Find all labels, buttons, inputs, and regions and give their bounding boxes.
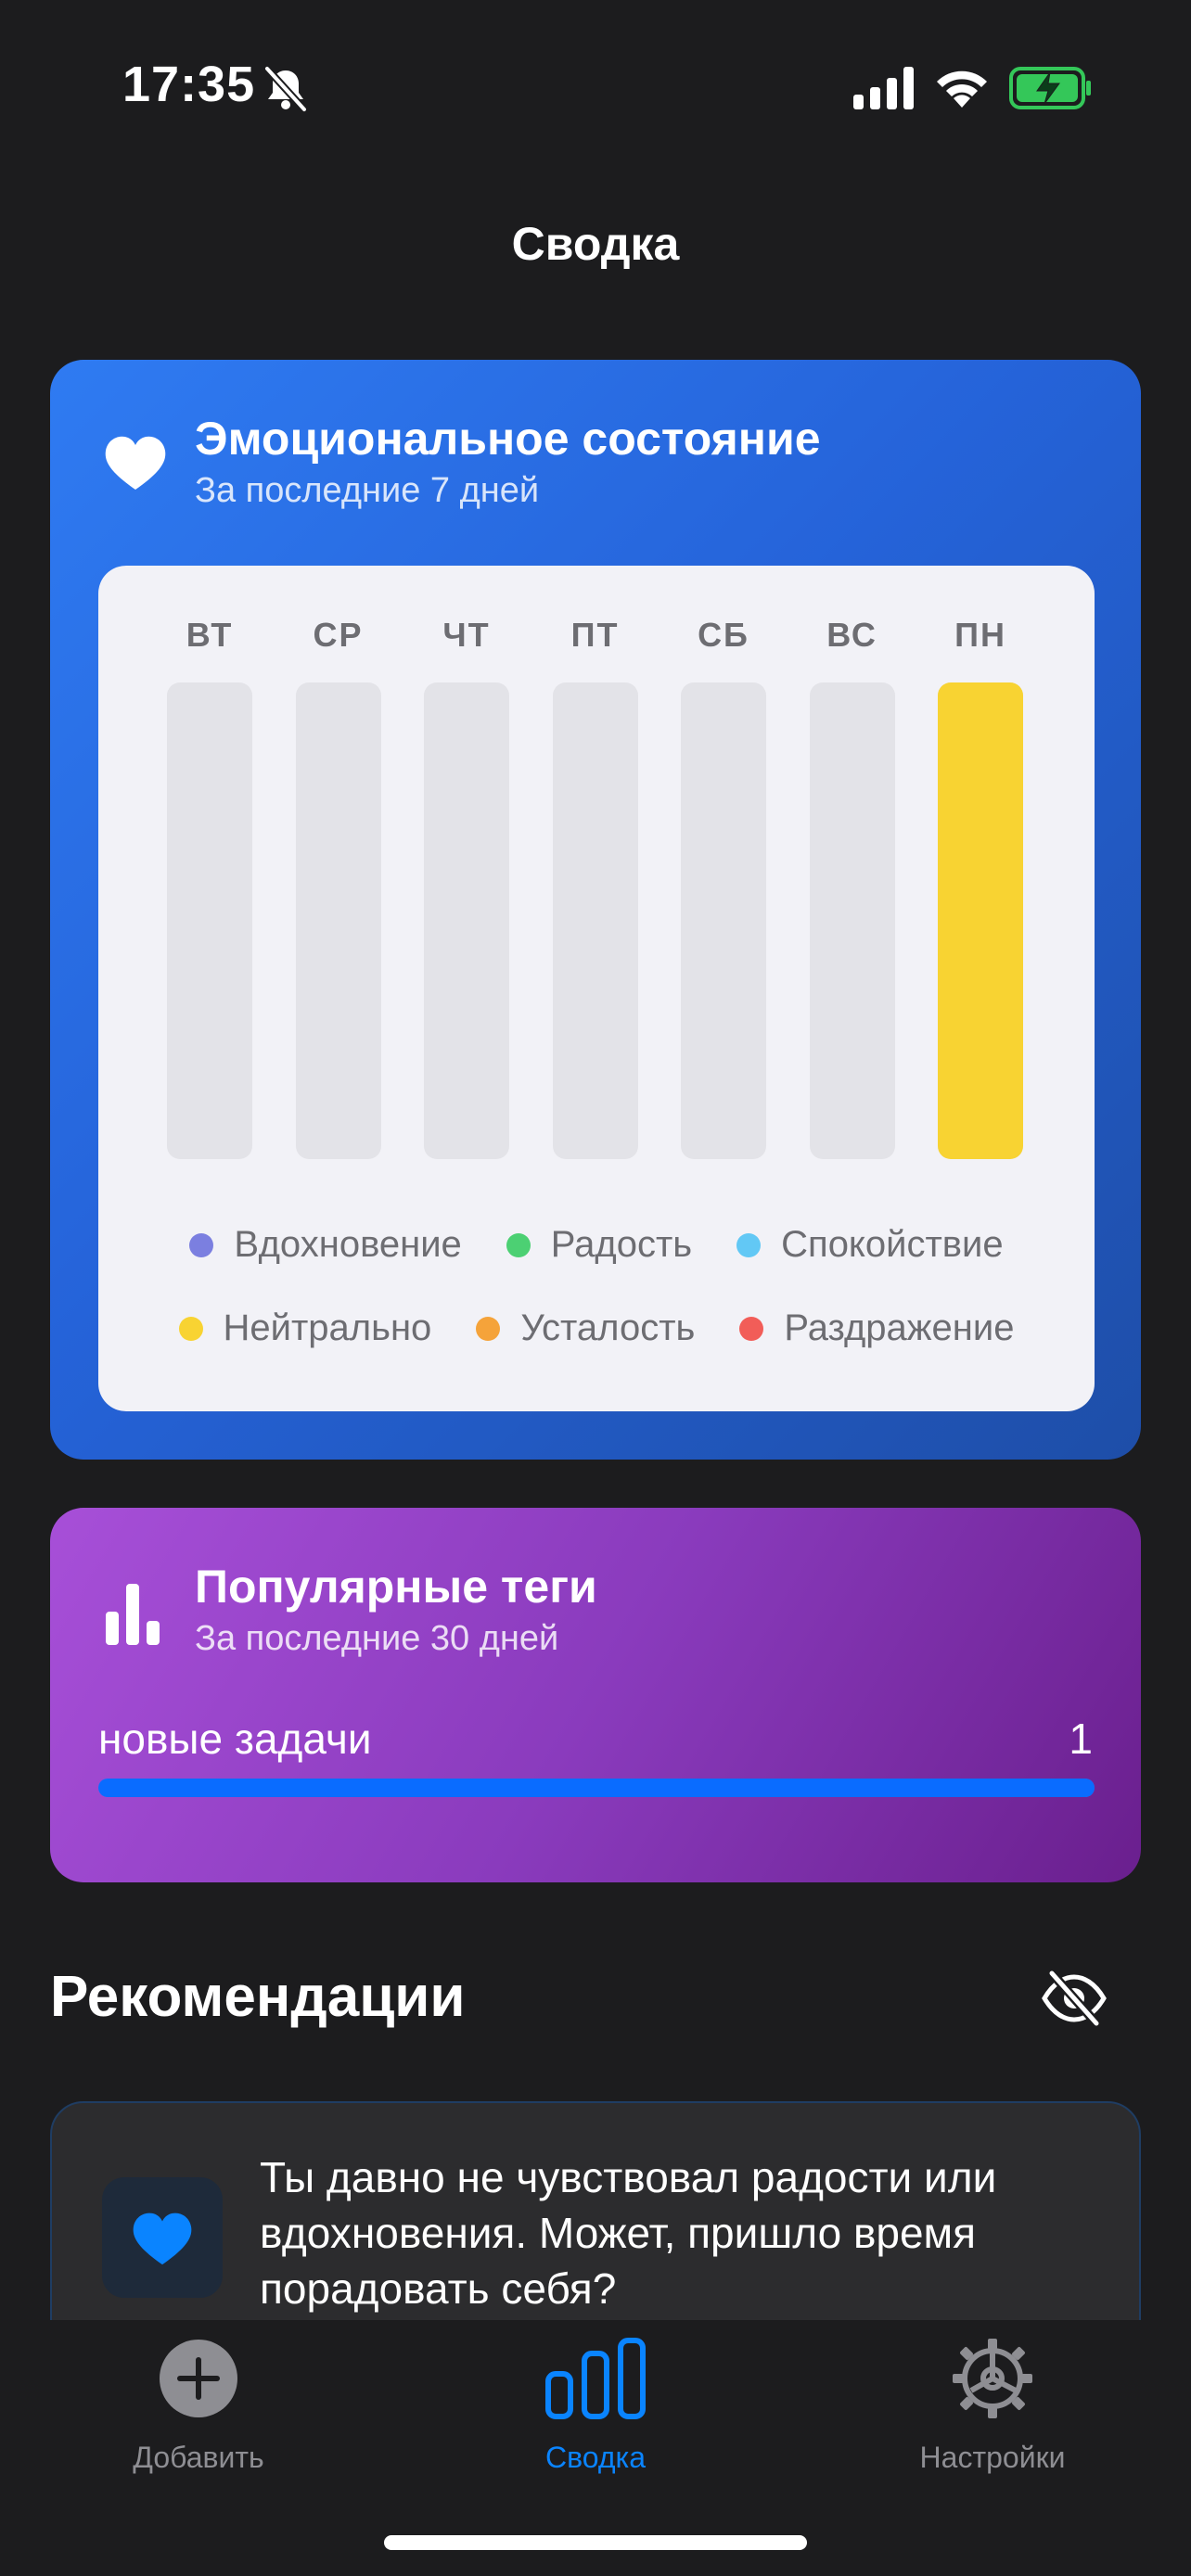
- legend-label: Нейтрально: [223, 1307, 432, 1348]
- bar-chart-icon: [545, 2338, 646, 2419]
- tag-progress-bar: [98, 1779, 1095, 1797]
- battery-charging-icon: [1009, 67, 1091, 109]
- legend-label: Раздражение: [784, 1307, 1015, 1348]
- day-bar: [167, 682, 252, 1159]
- day-bar: [681, 682, 766, 1159]
- legend-item: Усталость: [476, 1307, 695, 1349]
- legend-row: Нейтрально Усталость Раздражение: [98, 1307, 1095, 1349]
- legend-label: Усталость: [520, 1307, 696, 1348]
- legend-dot: [476, 1316, 501, 1341]
- emotion-card-subtitle: За последние 7 дней: [195, 471, 540, 510]
- day-label: ВТ: [186, 616, 234, 654]
- home-indicator: [384, 2535, 807, 2550]
- legend-item: Вдохновение: [189, 1224, 462, 1266]
- day-label: ПТ: [570, 616, 620, 654]
- tab-settings[interactable]: Настройки: [853, 2337, 1132, 2475]
- legend-dot: [739, 1316, 764, 1341]
- legend-dot: [736, 1232, 762, 1257]
- cellular-signal-icon: [853, 67, 914, 109]
- wifi-icon: [937, 70, 987, 108]
- legend-dot: [178, 1316, 203, 1341]
- legend-label: Вдохновение: [234, 1224, 462, 1265]
- day-bar: [552, 682, 638, 1159]
- day-bar: [295, 682, 381, 1159]
- recommendation-icon-box: [102, 2177, 223, 2298]
- day-label: СБ: [698, 616, 749, 654]
- gear-icon: [953, 2339, 1032, 2418]
- emotion-chart: ВТ СР ЧТ ПТ СБ ВС ПН Вдохновение Радость Спокойс…: [98, 566, 1095, 1411]
- tag-count: 1: [1069, 1715, 1093, 1763]
- tab-add[interactable]: Добавить: [59, 2337, 338, 2475]
- tag-name: новые задачи: [98, 1715, 372, 1763]
- plus-circle-icon: [160, 2340, 237, 2417]
- emotion-card-title: Эмоциональное состояние: [195, 413, 821, 465]
- popular-tags-card[interactable]: Популярные теги За последние 30 дней нов…: [50, 1508, 1141, 1882]
- tab-label: Сводка: [544, 2441, 646, 2474]
- tags-card-subtitle: За последние 30 дней: [195, 1619, 559, 1658]
- day-bar: [938, 682, 1023, 1159]
- heart-icon: [133, 2213, 192, 2265]
- bell-slash-icon: [264, 66, 307, 112]
- tags-card-title: Популярные теги: [195, 1561, 597, 1613]
- legend-item: Раздражение: [739, 1307, 1014, 1349]
- day-bar: [809, 682, 895, 1159]
- bar-chart-icon: [106, 1584, 160, 1645]
- tab-label: Настройки: [919, 2441, 1066, 2474]
- tag-progress-fill: [98, 1779, 1095, 1797]
- day-label: СР: [313, 616, 364, 654]
- emotion-state-card[interactable]: Эмоциональное состояние За последние 7 д…: [50, 360, 1141, 1460]
- legend-item: Нейтрально: [178, 1307, 432, 1349]
- day-label: ЧТ: [442, 616, 491, 654]
- day-bar-fill: [938, 682, 1023, 1159]
- legend-item: Радость: [506, 1224, 692, 1266]
- eye-slash-icon[interactable]: [1041, 1970, 1108, 2027]
- page-title: Сводка: [511, 218, 680, 270]
- legend-row: Вдохновение Радость Спокойствие: [98, 1224, 1095, 1266]
- day-label: ВС: [826, 616, 877, 654]
- status-time: 17:35: [122, 57, 256, 112]
- legend-label: Радость: [550, 1224, 693, 1265]
- heart-icon: [105, 436, 166, 490]
- recommendations-title: Рекомендации: [50, 1965, 466, 2029]
- legend-dot: [506, 1232, 531, 1257]
- tab-label: Добавить: [133, 2441, 264, 2474]
- tab-summary[interactable]: Сводка: [456, 2337, 735, 2475]
- day-bar: [424, 682, 509, 1159]
- recommendation-text: Ты давно не чувствовал радости или вдохн…: [260, 2153, 997, 2313]
- status-bar: 17:35: [0, 0, 1191, 167]
- legend-item: Спокойствие: [736, 1224, 1004, 1266]
- legend-label: Спокойствие: [781, 1224, 1004, 1265]
- day-label: ПН: [954, 616, 1006, 654]
- legend-dot: [189, 1232, 214, 1257]
